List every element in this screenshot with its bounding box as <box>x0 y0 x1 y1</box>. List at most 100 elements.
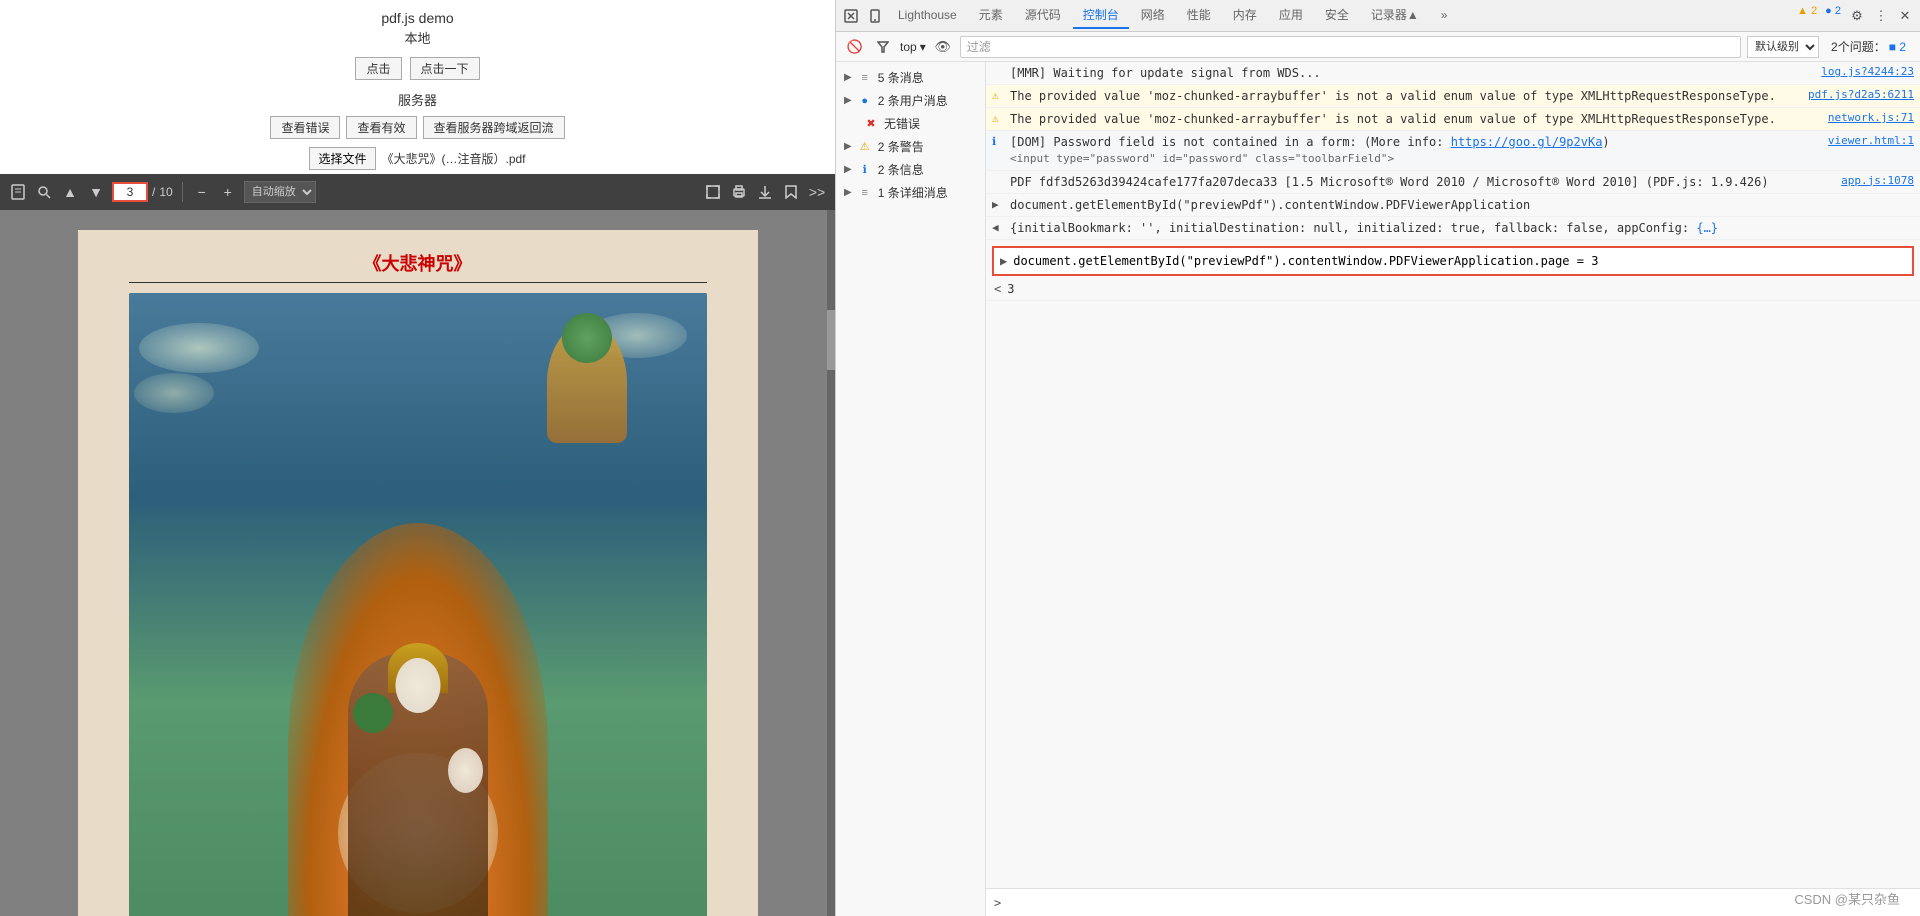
console-result-line: < 3 <box>986 278 1920 301</box>
filter-all-messages[interactable]: ▶ ≡ 5 条消息 <box>836 66 985 89</box>
console-msg-6: ▶ document.getElementById("previewPdf").… <box>986 194 1920 217</box>
click-btn-2[interactable]: 点击一下 <box>410 57 480 80</box>
page-number-input[interactable] <box>112 182 148 202</box>
user-messages-label: 2 条用户消息 <box>878 92 948 109</box>
bookmark-add-icon[interactable] <box>781 182 801 202</box>
file-info-text: 《大悲咒》(…注音版）.pdf <box>382 150 526 167</box>
view-valid-btn[interactable]: 查看有效 <box>346 116 416 139</box>
prev-page-icon[interactable]: ▲ <box>60 182 80 202</box>
search-icon[interactable] <box>34 182 54 202</box>
expand-arrow-verbose: ▶ <box>844 187 852 198</box>
console-input[interactable] <box>1007 896 1912 910</box>
tab-elements[interactable]: 元素 <box>969 2 1013 29</box>
tab-recorder[interactable]: 记录器▲ <box>1361 2 1429 29</box>
tab-console[interactable]: 控制台 <box>1073 2 1129 29</box>
more-vert-icon[interactable]: ⋮ <box>1870 5 1892 27</box>
tab-security[interactable]: 安全 <box>1315 2 1359 29</box>
eye-icon[interactable]: 👁 <box>932 36 954 58</box>
pdf-scrollbar[interactable] <box>827 210 835 916</box>
filter-info[interactable]: ▶ ℹ 2 条信息 <box>836 158 985 181</box>
filter-verbose[interactable]: ▶ ≡ 1 条详细消息 <box>836 181 985 204</box>
dom-link[interactable]: https://goo.gl/9p2vKa <box>1451 135 1603 149</box>
server-btn-row: 查看错误 查看有效 查看服务器跨域返回流 <box>0 116 835 139</box>
verbose-label: 1 条详细消息 <box>878 184 948 201</box>
clear-console-icon[interactable]: 🚫 <box>844 36 866 58</box>
msg-row-4: ℹ [DOM] Password field is not contained … <box>992 133 1914 151</box>
expand-arrow-info: ▶ <box>844 164 852 175</box>
expand-arrow-user: ▶ <box>844 95 852 106</box>
warning-badge: ▲ 2 <box>1794 5 1820 27</box>
filter-errors[interactable]: ✖ 无错误 <box>836 112 985 135</box>
console-toolbar: 🚫 top ▾ 👁 默认级别 2个问题： ■ 2 <box>836 32 1920 62</box>
inspect-icon[interactable] <box>840 5 862 27</box>
console-output-area: [MMR] Waiting for update signal from WDS… <box>986 62 1920 916</box>
close-icon[interactable]: ✕ <box>1894 5 1916 27</box>
tab-memory[interactable]: 内存 <box>1223 2 1267 29</box>
tab-lighthouse[interactable]: Lighthouse <box>888 4 967 28</box>
zoom-select[interactable]: 自动缩放 <box>244 181 316 203</box>
msg-inner-4: ℹ [DOM] Password field is not contained … <box>992 133 1914 168</box>
msg-content-3: The provided value 'moz-chunked-arraybuf… <box>1010 110 1820 128</box>
click-btn-1[interactable]: 点击 <box>355 57 401 80</box>
highlighted-cmd-row: ▶ document.getElementById("previewPdf").… <box>1000 252 1906 270</box>
tab-more[interactable]: » <box>1431 4 1458 28</box>
console-filter-input[interactable] <box>960 36 1741 58</box>
top-label: top <box>900 40 917 54</box>
top-dropdown-icon: ▾ <box>920 40 926 54</box>
pdf-scrollbar-thumb[interactable] <box>827 310 835 370</box>
info-label: 2 条信息 <box>878 161 924 178</box>
tab-network[interactable]: 网络 <box>1131 2 1175 29</box>
msg-row-3: ⚠ The provided value 'moz-chunked-arrayb… <box>992 110 1914 128</box>
msg-detail-4: <input type="password" id="password" cla… <box>992 151 1914 168</box>
result-value: 3 <box>1007 280 1014 298</box>
download-icon[interactable] <box>755 182 775 202</box>
msg-content-2: The provided value 'moz-chunked-arraybuf… <box>1010 87 1800 105</box>
fullscreen-icon[interactable] <box>703 182 723 202</box>
msg-source-3[interactable]: network.js:71 <box>1828 110 1914 127</box>
console-msg-7: ◀ {initialBookmark: '', initialDestinati… <box>986 217 1920 240</box>
filter-warnings[interactable]: ▶ ⚠ 2 条警告 <box>836 135 985 158</box>
tab-application[interactable]: 应用 <box>1269 2 1313 29</box>
msg-row-5: PDF fdf3d5263d39424cafe177fa207deca33 [1… <box>992 173 1914 191</box>
msg-source-4[interactable]: viewer.html:1 <box>1828 133 1914 150</box>
filter-user-messages[interactable]: ▶ ● 2 条用户消息 <box>836 89 985 112</box>
click-btn-row: 点击 点击一下 <box>0 57 835 80</box>
menu-icon[interactable]: >> <box>807 182 827 202</box>
console-msg-1: [MMR] Waiting for update signal from WDS… <box>986 62 1920 85</box>
view-cors-btn[interactable]: 查看服务器跨域返回流 <box>423 116 565 139</box>
msg-row-2: ⚠ The provided value 'moz-chunked-arrayb… <box>992 87 1914 105</box>
console-msg-5: PDF fdf3d5263d39424cafe177fa207deca33 [1… <box>986 171 1920 194</box>
msg-source-2[interactable]: pdf.js?d2a5:6211 <box>1808 87 1914 104</box>
print-icon[interactable] <box>729 182 749 202</box>
console-body: ▶ ≡ 5 条消息 ▶ ● 2 条用户消息 ✖ 无错误 ▶ ⚠ 2 条警告 ▶ <box>836 62 1920 916</box>
tab-performance[interactable]: 性能 <box>1177 2 1221 29</box>
console-input-prompt: > <box>994 896 1001 910</box>
zoom-out-icon[interactable]: − <box>192 182 212 202</box>
msg-icon-3: ⚠ <box>992 111 1006 128</box>
msg-source-1[interactable]: log.js?4244:23 <box>1821 64 1914 81</box>
pdf-image-area <box>129 293 707 916</box>
settings-icon[interactable]: ⚙ <box>1846 5 1868 27</box>
bookmark-icon[interactable] <box>8 182 28 202</box>
msg-content-5: PDF fdf3d5263d39424cafe177fa207deca33 [1… <box>1010 173 1833 191</box>
file-select-btn[interactable]: 选择文件 <box>309 147 375 170</box>
pdf-demo-header: pdf.js demo 本地 <box>0 0 835 52</box>
expand-arrow-all: ▶ <box>844 72 852 83</box>
filter-panel: ▶ ≡ 5 条消息 ▶ ● 2 条用户消息 ✖ 无错误 ▶ ⚠ 2 条警告 ▶ <box>836 62 986 916</box>
filter-icon[interactable] <box>872 36 894 58</box>
console-msg-3: ⚠ The provided value 'moz-chunked-arrayb… <box>986 108 1920 131</box>
frame-selector[interactable]: top ▾ <box>900 40 926 54</box>
mobile-icon[interactable] <box>864 5 886 27</box>
msg-source-5[interactable]: app.js:1078 <box>1841 173 1914 190</box>
highlighted-command-box: ▶ document.getElementById("previewPdf").… <box>992 246 1914 276</box>
next-page-icon[interactable]: ▼ <box>86 182 106 202</box>
info-badge: ● 2 <box>1822 5 1844 27</box>
devtools-panel: Lighthouse 元素 源代码 控制台 网络 性能 内存 应用 安全 记录器… <box>835 0 1920 916</box>
pdf-page-line <box>129 282 707 283</box>
view-error-btn[interactable]: 查看错误 <box>270 116 340 139</box>
zoom-in-icon[interactable]: + <box>218 182 238 202</box>
msg-icon-2: ⚠ <box>992 88 1006 105</box>
log-level-select[interactable]: 默认级别 <box>1747 36 1819 58</box>
tab-sources[interactable]: 源代码 <box>1015 2 1071 29</box>
page-input-group: / 10 <box>112 182 173 202</box>
